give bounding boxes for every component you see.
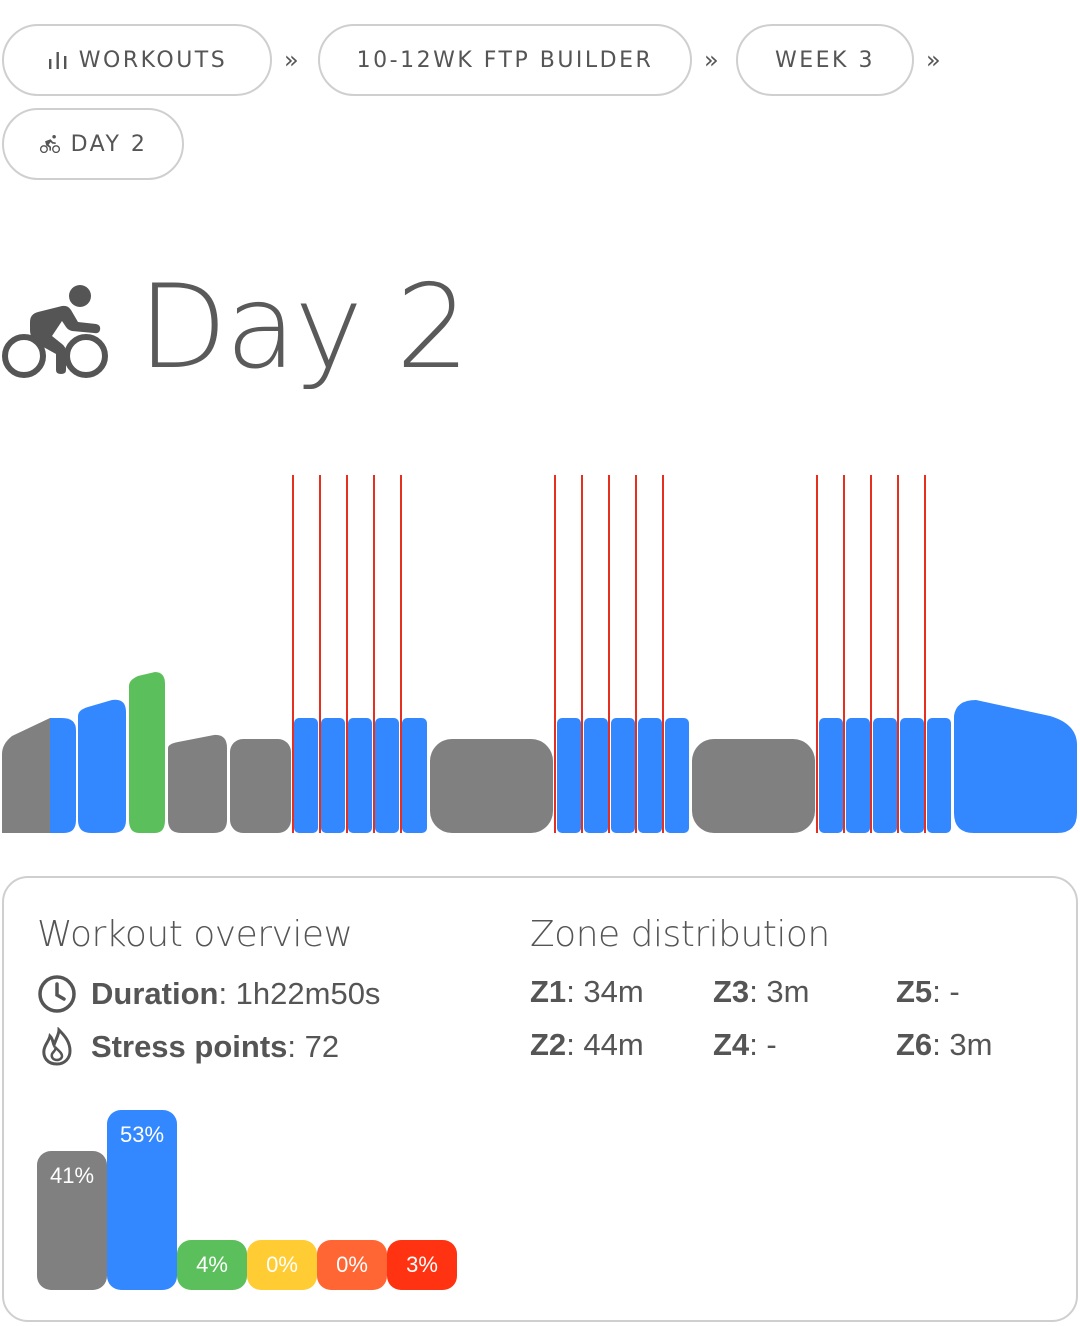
zone-value: : 44m [566, 1027, 644, 1062]
zone-bar-label: 53% [119, 1122, 165, 1147]
zone-label: Z1 [530, 974, 567, 1009]
breadcrumb-label: DAY 2 [70, 131, 148, 157]
zone-z6: Z6: 3m [896, 1027, 992, 1063]
zone-z1: Z1: 34m [530, 974, 644, 1010]
zone-bar-label: 4% [196, 1252, 228, 1277]
breadcrumb-separator: » [926, 46, 941, 74]
duration-value: : 1h22m50s [218, 976, 381, 1011]
zone-bar-z2: 53% [107, 1110, 177, 1290]
stress-stat: Stress points: 72 [37, 1027, 339, 1067]
cyclist-icon [39, 135, 61, 153]
profile-interval [927, 718, 951, 833]
profile-interval [584, 718, 608, 833]
breadcrumb-label: WEEK 3 [775, 47, 875, 73]
profile-segment [692, 739, 815, 833]
profile-interval [402, 718, 427, 833]
zone-value: : 3m [749, 974, 810, 1009]
profile-segment [168, 734, 227, 833]
profile-interval [846, 718, 870, 833]
profile-interval [665, 718, 689, 833]
zone-value: : - [749, 1027, 777, 1062]
profile-segment [430, 739, 553, 833]
breadcrumb-label: WORKOUTS [78, 47, 228, 73]
zone-bar-label: 0% [266, 1252, 298, 1277]
profile-segment [50, 718, 76, 833]
zone-z4: Z4: - [713, 1027, 777, 1063]
profile-interval [819, 718, 843, 833]
profile-interval [321, 718, 345, 833]
zone-bar-z5: 0% [317, 1240, 387, 1290]
breadcrumb-week[interactable]: WEEK 3 [736, 24, 914, 96]
zone-label: Z2 [530, 1027, 567, 1062]
zone-bar-z6: 3% [387, 1240, 457, 1290]
profile-segment [2, 718, 50, 833]
profile-interval [638, 718, 662, 833]
profile-interval [611, 718, 635, 833]
flame-icon [37, 1027, 77, 1067]
profile-segment [230, 739, 291, 833]
profile-interval [900, 718, 924, 833]
zone-bar-label: 41% [49, 1163, 95, 1188]
duration-stat: Duration: 1h22m50s [37, 974, 380, 1014]
zone-bar-label: 3% [406, 1252, 438, 1277]
overview-card: Workout overview Duration: 1h22m50s Stre… [2, 876, 1078, 1322]
zone-bar-z4: 0% [247, 1240, 317, 1290]
zone-value: : 3m [932, 1027, 993, 1062]
bar-chart-icon [47, 50, 69, 70]
zone-bar-z1: 41% [37, 1151, 107, 1290]
profile-segment [78, 699, 126, 833]
zone-label: Z4 [713, 1027, 750, 1062]
zone-value: : 34m [566, 974, 644, 1009]
workout-profile-chart [2, 475, 1077, 833]
breadcrumb-separator: » [284, 46, 299, 74]
zone-label: Z6 [896, 1027, 933, 1062]
page-title: Day 2 [138, 260, 470, 395]
profile-interval [557, 718, 581, 833]
breadcrumb-workouts[interactable]: WORKOUTS [2, 24, 272, 96]
zone-z3: Z3: 3m [713, 974, 809, 1010]
duration-label: Duration [91, 976, 219, 1011]
breadcrumb-separator: » [704, 46, 719, 74]
zone-bar-z3: 4% [177, 1240, 247, 1290]
zones-title: Zone distribution [530, 914, 830, 955]
profile-interval [348, 718, 372, 833]
zone-label: Z5 [896, 974, 933, 1009]
stress-label: Stress points [91, 1029, 288, 1064]
profile-interval [873, 718, 897, 833]
zone-label: Z3 [713, 974, 750, 1009]
clock-icon [37, 974, 77, 1014]
zone-value: : - [932, 974, 960, 1009]
overview-title: Workout overview [37, 914, 353, 955]
profile-interval [294, 718, 318, 833]
zone-z2: Z2: 44m [530, 1027, 644, 1063]
breadcrumb-day[interactable]: DAY 2 [2, 108, 184, 180]
profile-interval [375, 718, 399, 833]
profile-segment [954, 700, 1077, 833]
zone-z5: Z5: - [896, 974, 960, 1010]
breadcrumb-label: 10-12WK FTP BUILDER [356, 47, 654, 73]
stress-value: : 72 [287, 1029, 340, 1064]
cyclist-icon [0, 284, 110, 385]
breadcrumb-plan[interactable]: 10-12WK FTP BUILDER [318, 24, 692, 96]
zone-bar-label: 0% [336, 1252, 368, 1277]
profile-segment [129, 672, 165, 833]
